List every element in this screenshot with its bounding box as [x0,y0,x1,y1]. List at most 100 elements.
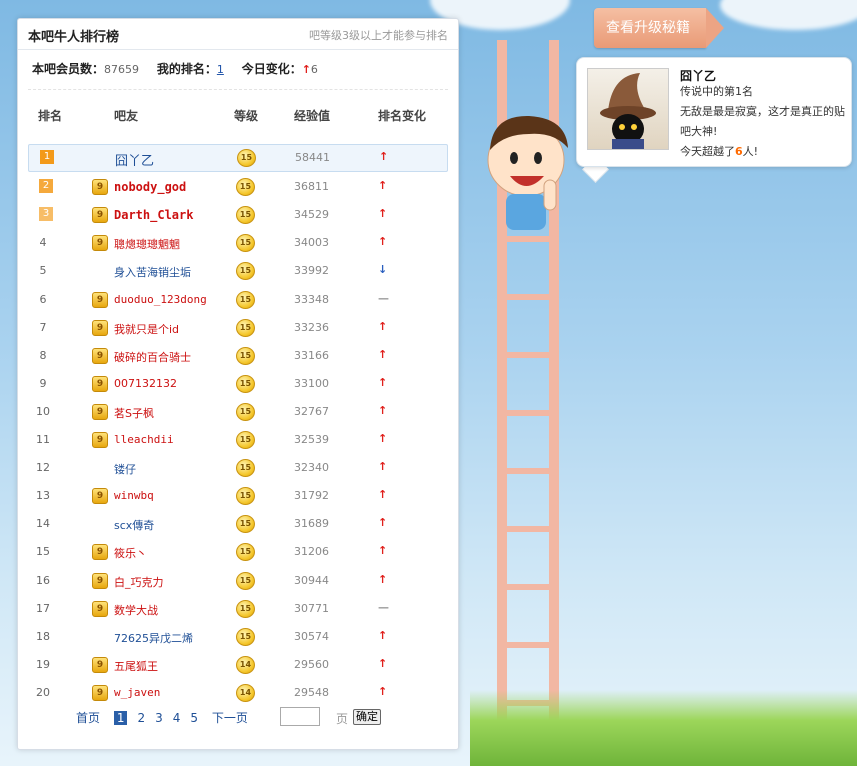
user-name-link[interactable]: 白_巧克力 [114,574,164,590]
pager-first[interactable]: 首页 [76,711,100,725]
exp-value: 33348 [294,292,329,306]
cloud [720,0,857,30]
user-name-link[interactable]: 五尾狐王 [114,658,158,674]
user-name-link[interactable]: 聰熜璁璁魍魍 [114,236,180,252]
rank-change: ↑ [378,516,387,529]
level-badge-icon: 15 [236,262,255,281]
change-value: 6 [310,63,318,76]
table-row: 3 9 Darth_Clark 15 34529 ↑ [28,202,448,228]
rank-number: 19 [36,657,50,671]
table-row: 5 身入苦海销尘垢 15 33992 ↓ [28,258,448,284]
level-badge-icon: 14 [236,655,255,674]
arrow-up-icon: ↑ [378,516,388,530]
exp-value: 33992 [294,264,329,278]
vip-badge-icon: 9 [92,572,108,589]
exp-value: 30944 [294,573,329,587]
rank-number: 17 [36,601,50,615]
arrow-up-icon: ↑ [378,628,388,642]
arrow-up-icon: ↑ [378,684,388,698]
rank-change: ↑ [378,460,387,473]
myrank-label: 我的排名： [156,62,217,76]
exp-value: 29548 [294,685,329,699]
table-row: 17 9 数学大战 15 30771 — [28,596,448,622]
table-row: 9 9 007132132 15 33100 ↑ [28,371,448,397]
header-exp: 经验值 [294,109,331,123]
level-badge-icon: 15 [236,346,255,365]
card-line3: 今天超越了6人! [680,142,848,162]
header-change: 排名变化 [378,109,427,123]
user-name-link[interactable]: 破碎的百合骑士 [114,349,191,365]
user-name-link[interactable]: winwbq [114,489,154,502]
user-name-link[interactable]: duoduo_123dong [114,293,207,306]
user-name-link[interactable]: 镂仔 [114,461,136,477]
table-row: 15 9 筱乐丶 15 31206 ↑ [28,539,448,565]
user-name-link[interactable]: 007132132 [114,377,177,390]
rank-number: 16 [36,573,50,587]
vip-badge-icon: 9 [92,656,108,673]
user-name-link[interactable]: Darth_Clark [114,208,193,222]
rank-change: ↑ [378,179,387,192]
exp-value: 33100 [294,376,329,390]
user-card: 囧丫乙 传说中的第1名 无敌是最是寂寞，这才是真正的贴吧大神! 今天超越了6人! [576,57,852,167]
user-name-link[interactable]: 身入苦海销尘垢 [114,264,191,280]
level-badge-icon: 15 [236,487,255,506]
pager-page-2[interactable]: 2 [137,711,145,725]
table-row: 1 囧丫乙 15 58441 ↑ [28,144,448,172]
level-badge-icon: 15 [236,374,255,393]
rank-number: 7 [39,320,47,334]
upgrade-tips-button[interactable]: 查看升级秘籍 [594,8,706,48]
rank-change: — [378,601,389,614]
arrow-up-icon: ↑ [378,656,388,670]
user-name-link[interactable]: nobody_god [114,180,186,194]
user-name-link[interactable]: 筱乐丶 [114,545,147,561]
exp-value: 34003 [294,236,329,250]
grass-decoration [470,690,857,766]
exp-value: 36811 [294,180,329,194]
user-name-link[interactable]: lleachdii [114,433,174,446]
table-row: 7 9 我就只是个id 15 33236 ↑ [28,315,448,341]
leaderboard-panel: 本吧牛人排行榜 吧等级3级以上才能参与排名 本吧会员数：87659 我的排名：1… [17,18,459,750]
pager-page-1[interactable]: 1 [113,711,128,725]
user-name-link[interactable]: scx傳奇 [114,517,154,533]
level-badge-icon: 15 [236,206,255,225]
pager-page-4[interactable]: 4 [173,711,181,725]
card-line1: 传说中的第1名 [680,85,753,98]
user-name-link[interactable]: 数学大战 [114,602,158,618]
members-count: 87659 [104,63,140,76]
panel-title: 本吧牛人排行榜 [28,30,120,45]
level-badge-icon: 15 [236,402,255,421]
pager-page-3[interactable]: 3 [155,711,163,725]
members-label: 本吧会员数： [32,62,105,76]
arrow-up-icon: ↑ [378,319,388,333]
rank-number: 9 [39,376,47,390]
level-badge-icon: 15 [236,290,255,309]
user-name-link[interactable]: 茗S子枫 [114,405,154,421]
avatar[interactable] [587,68,669,150]
pager-next[interactable]: 下一页 [212,711,248,725]
pager: 首页 12345 下一页 页 确定 [76,707,381,726]
rank-change: ↑ [379,150,388,163]
table-row: 20 9 w_javen 14 29548 ↑ [28,680,448,706]
user-name-link[interactable]: 囧丫乙 [115,150,154,169]
go-button[interactable]: 确定 [353,709,381,725]
exp-value: 32767 [294,404,329,418]
myrank-link[interactable]: 1 [217,63,224,76]
table-header: 排名 吧友 等级 经验值 排名变化 [28,107,448,127]
user-name-link[interactable]: 72625异戊二烯 [114,630,193,646]
exp-value: 30771 [294,601,329,615]
rank-number: 4 [39,236,47,250]
panel-note: 吧等级3级以上才能参与排名 [309,29,448,42]
rank-change: ↑ [378,488,387,501]
user-name-link[interactable]: w_javen [114,686,160,699]
pager-page-5[interactable]: 5 [190,711,198,725]
page-input[interactable] [280,707,320,726]
table-row: 12 镂仔 15 32340 ↑ [28,455,448,481]
exp-value: 33166 [294,348,329,362]
ladder-rung [505,642,551,648]
rank-number: 11 [36,433,50,446]
user-name-link[interactable]: 我就只是个id [114,321,179,337]
header-user: 吧友 [114,109,139,123]
card-line2: 无敌是最是寂寞，这才是真正的贴吧大神! [680,105,845,138]
table-row: 16 9 白_巧克力 15 30944 ↑ [28,568,448,594]
rank-number: 8 [39,348,47,362]
